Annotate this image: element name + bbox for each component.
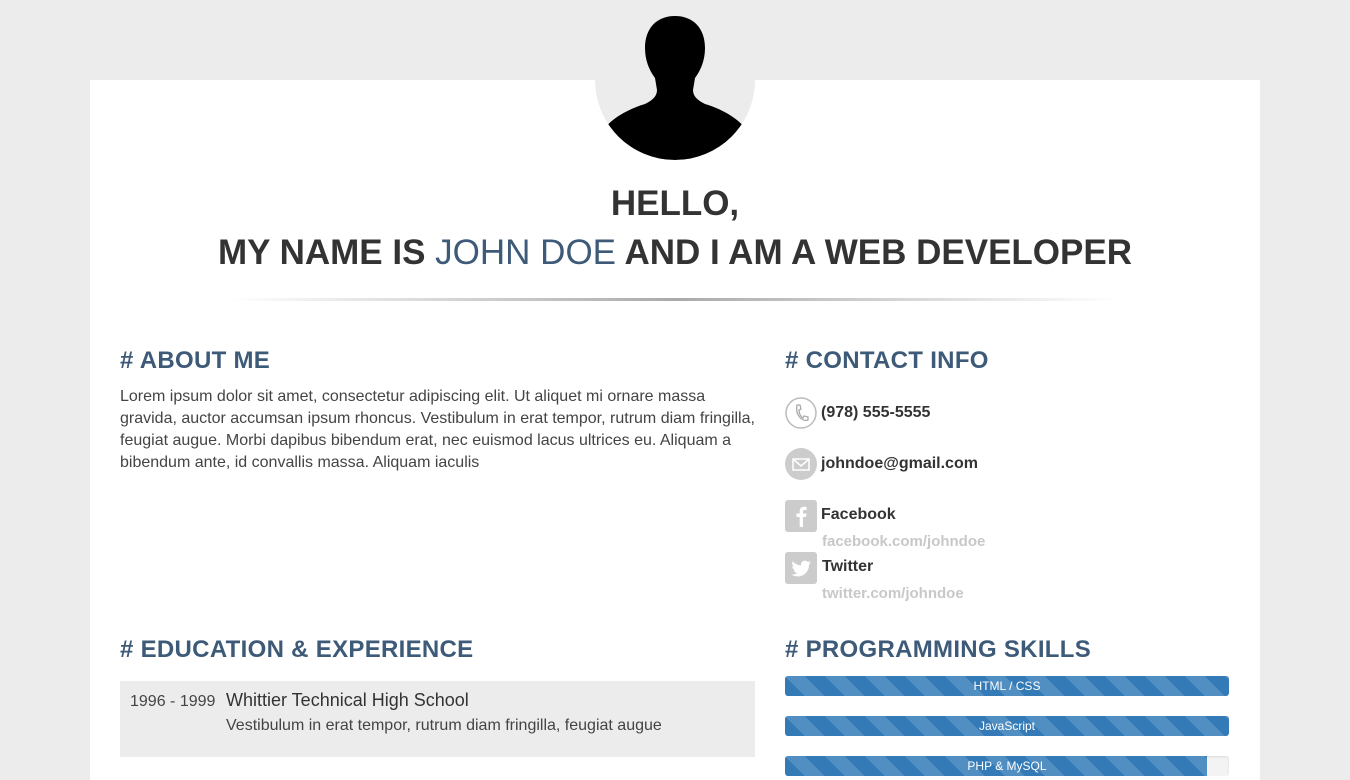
education-description: Vestibulum in erat tempor, rutrum diam f… [226, 717, 662, 734]
phone-icon [785, 397, 817, 429]
intro-suffix: AND I AM A WEB DEVELOPER [624, 233, 1132, 272]
skill-bar: JavaScript [785, 716, 1229, 736]
contact-title: # CONTACT INFO [785, 347, 989, 374]
about-title: # ABOUT ME [120, 347, 271, 374]
education-item: 1996 - 1999 Whittier Technical High Scho… [120, 681, 755, 757]
education-years: 1996 - 1999 [130, 693, 216, 710]
skill-label: JavaScript [978, 719, 1036, 733]
intro-prefix: MY NAME IS [218, 233, 426, 272]
mail-icon [785, 448, 817, 480]
facebook-label[interactable]: Facebook [821, 506, 896, 524]
phone-number[interactable]: (978) 555-5555 [821, 404, 930, 422]
person-name: JOHN DOE [435, 233, 617, 272]
twitter-icon[interactable] [785, 552, 817, 584]
twitter-label[interactable]: Twitter [822, 558, 873, 576]
greeting-heading: HELLO, [610, 184, 740, 223]
facebook-icon[interactable] [785, 500, 817, 532]
education-school: Whittier Technical High School [226, 690, 469, 710]
education-title: # EDUCATION & EXPERIENCE [120, 636, 474, 663]
twitter-url[interactable]: twitter.com/johndoe [822, 585, 964, 602]
about-text: Lorem ipsum dolor sit amet, consectetur … [120, 388, 755, 471]
email-address[interactable]: johndoe@gmail.com [821, 455, 978, 473]
skill-bar: HTML / CSS [785, 676, 1229, 696]
person-silhouette-icon [605, 16, 745, 160]
skill-bar: PHP & MySQL [785, 756, 1229, 776]
profile-avatar [595, 0, 755, 160]
facebook-url[interactable]: facebook.com/johndoe [822, 533, 985, 550]
skill-label: PHP & MySQL [967, 759, 1047, 773]
intro-heading: MY NAME IS JOHN DOE AND I AM A WEB DEVEL… [0, 233, 1350, 273]
skills-title: # PROGRAMMING SKILLS [785, 636, 1092, 663]
skill-label: HTML / CSS [973, 679, 1041, 693]
header-divider [230, 298, 1120, 301]
